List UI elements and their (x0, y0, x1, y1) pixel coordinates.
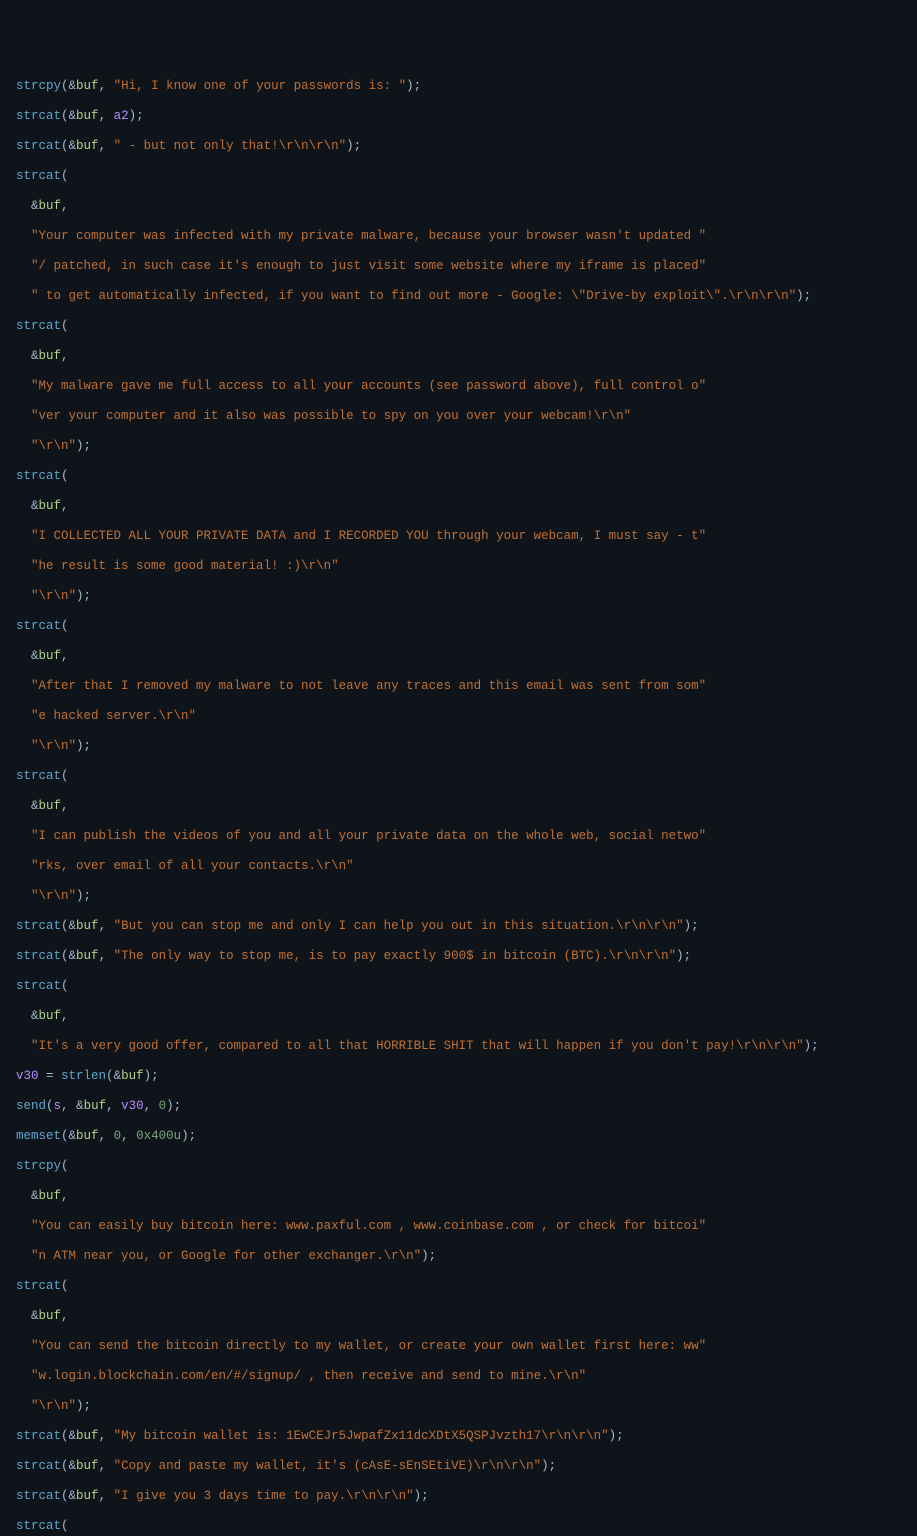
fn-send: send (16, 1099, 46, 1113)
code-line: "w.login.blockchain.com/en/#/signup/ , t… (16, 1369, 917, 1384)
code-line: &buf, (16, 1189, 917, 1204)
code-line: send(s, &buf, v30, 0); (16, 1099, 917, 1114)
code-line: v30 = strlen(&buf); (16, 1069, 917, 1084)
code-line: "I can publish the videos of you and all… (16, 829, 917, 844)
code-line: &buf, (16, 499, 917, 514)
id-s: s (54, 1099, 62, 1113)
code-line: "\r\n"); (16, 889, 917, 904)
code-line: "\r\n"); (16, 1399, 917, 1414)
code-line: strcat( (16, 319, 917, 334)
code-line: "I COLLECTED ALL YOUR PRIVATE DATA and I… (16, 529, 917, 544)
num-literal: 0 (159, 1099, 167, 1113)
code-line: &buf, (16, 1309, 917, 1324)
code-line: "It's a very good offer, compared to all… (16, 1039, 917, 1054)
code-line: &buf, (16, 199, 917, 214)
id-buf: buf (76, 79, 99, 93)
code-line: "rks, over email of all your contacts.\r… (16, 859, 917, 874)
fn-strcpy: strcpy (16, 79, 61, 93)
code-line: "\r\n"); (16, 439, 917, 454)
code-line: "My malware gave me full access to all y… (16, 379, 917, 394)
code-line: strcpy( (16, 1159, 917, 1174)
code-line: strcat( (16, 769, 917, 784)
code-line: &buf, (16, 799, 917, 814)
code-line: "\r\n"); (16, 739, 917, 754)
code-line: "n ATM near you, or Google for other exc… (16, 1249, 917, 1264)
code-line: strcat(&buf, "Copy and paste my wallet, … (16, 1459, 917, 1474)
code-line: strcat(&buf, "The only way to stop me, i… (16, 949, 917, 964)
id-v30: v30 (16, 1069, 39, 1083)
code-line: strcat( (16, 1519, 917, 1534)
code-line: strcat( (16, 979, 917, 994)
code-line: strcat(&buf, "But you can stop me and on… (16, 919, 917, 934)
code-line: &buf, (16, 649, 917, 664)
code-line: "Your computer was infected with my priv… (16, 229, 917, 244)
code-line: " to get automatically infected, if you … (16, 289, 917, 304)
code-line: "/ patched, in such case it's enough to … (16, 259, 917, 274)
code-line: "After that I removed my malware to not … (16, 679, 917, 694)
code-line: &buf, (16, 349, 917, 364)
code-line: strcat(&buf, "My bitcoin wallet is: 1EwC… (16, 1429, 917, 1444)
code-line: "You can send the bitcoin directly to my… (16, 1339, 917, 1354)
code-line: strcat(&buf, "I give you 3 days time to … (16, 1489, 917, 1504)
code-line: strcat( (16, 169, 917, 184)
code-line: "ver your computer and it also was possi… (16, 409, 917, 424)
code-line: "e hacked server.\r\n" (16, 709, 917, 724)
code-line: "he result is some good material! :)\r\n… (16, 559, 917, 574)
code-line: "\r\n"); (16, 589, 917, 604)
fn-memset: memset (16, 1129, 61, 1143)
code-line: strcat( (16, 469, 917, 484)
code-line: strcat(&buf, a2); (16, 109, 917, 124)
string-literal: "Hi, I know one of your passwords is: " (114, 79, 407, 93)
code-line: &buf, (16, 1009, 917, 1024)
code-line: strcat( (16, 619, 917, 634)
code-line: memset(&buf, 0, 0x400u); (16, 1129, 917, 1144)
code-line: strcat(&buf, " - but not only that!\r\n\… (16, 139, 917, 154)
code-line: "You can easily buy bitcoin here: www.pa… (16, 1219, 917, 1234)
id-a2: a2 (114, 109, 129, 123)
code-viewer: strcpy( &buf, "Hi, I know one of your pas… (16, 64, 917, 1536)
code-line: strcat( (16, 1279, 917, 1294)
code-line: strcpy(&buf, "Hi, I know one of your pas… (16, 79, 917, 94)
